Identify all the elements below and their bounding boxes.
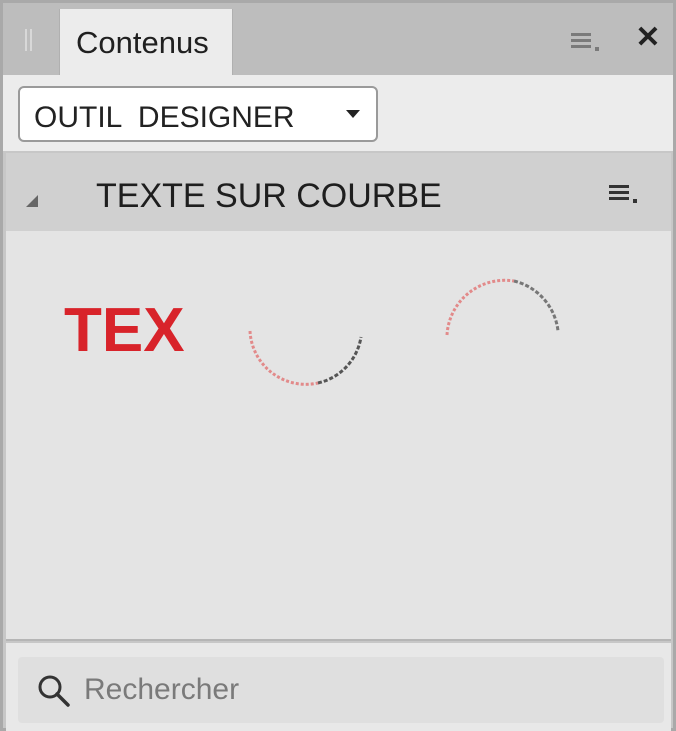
section-menu-icon[interactable] bbox=[609, 183, 641, 205]
search-box[interactable] bbox=[18, 657, 664, 723]
search-icon bbox=[38, 675, 70, 707]
thumbnail-text-straight[interactable]: TEX bbox=[64, 296, 185, 365]
arc-red-segment bbox=[248, 330, 319, 386]
tool-dropdown-value: OUTIL DESIGNER bbox=[34, 101, 295, 134]
thumbnail-bottom-arc[interactable] bbox=[248, 330, 363, 386]
chevron-down-icon bbox=[346, 110, 360, 118]
tab-contenus[interactable]: Contenus bbox=[59, 9, 233, 75]
arc-dark-segment bbox=[317, 336, 363, 385]
close-icon[interactable]: ✕ bbox=[633, 23, 663, 53]
arc-red-segment bbox=[445, 278, 515, 336]
thumbnail-grid: TEX bbox=[6, 231, 671, 639]
contents-panel: Contenus ✕ OUTIL DESIGNER TEXTE SUR COUR… bbox=[0, 0, 676, 731]
thumbnail-canvas: TEX bbox=[64, 278, 560, 386]
panel-tab-bar: Contenus ✕ bbox=[3, 3, 673, 75]
thumbnail-text: TEX bbox=[64, 296, 185, 365]
content-area: TEXTE SUR COURBE TEX bbox=[6, 153, 671, 641]
collapse-triangle-icon[interactable] bbox=[26, 195, 38, 207]
panel-grip-icon[interactable] bbox=[25, 29, 33, 51]
search-bar-area bbox=[6, 643, 671, 731]
section-title: TEXTE SUR COURBE bbox=[96, 177, 442, 215]
panel-toolbar: OUTIL DESIGNER bbox=[3, 75, 673, 151]
tool-dropdown[interactable]: OUTIL DESIGNER bbox=[18, 86, 378, 142]
panel-menu-icon[interactable] bbox=[571, 31, 603, 53]
section-header[interactable]: TEXTE SUR COURBE bbox=[6, 153, 671, 231]
tab-label: Contenus bbox=[76, 25, 209, 60]
thumbnail-top-arc[interactable] bbox=[445, 278, 560, 336]
arc-dark-segment bbox=[513, 279, 560, 332]
search-input[interactable] bbox=[84, 669, 644, 711]
